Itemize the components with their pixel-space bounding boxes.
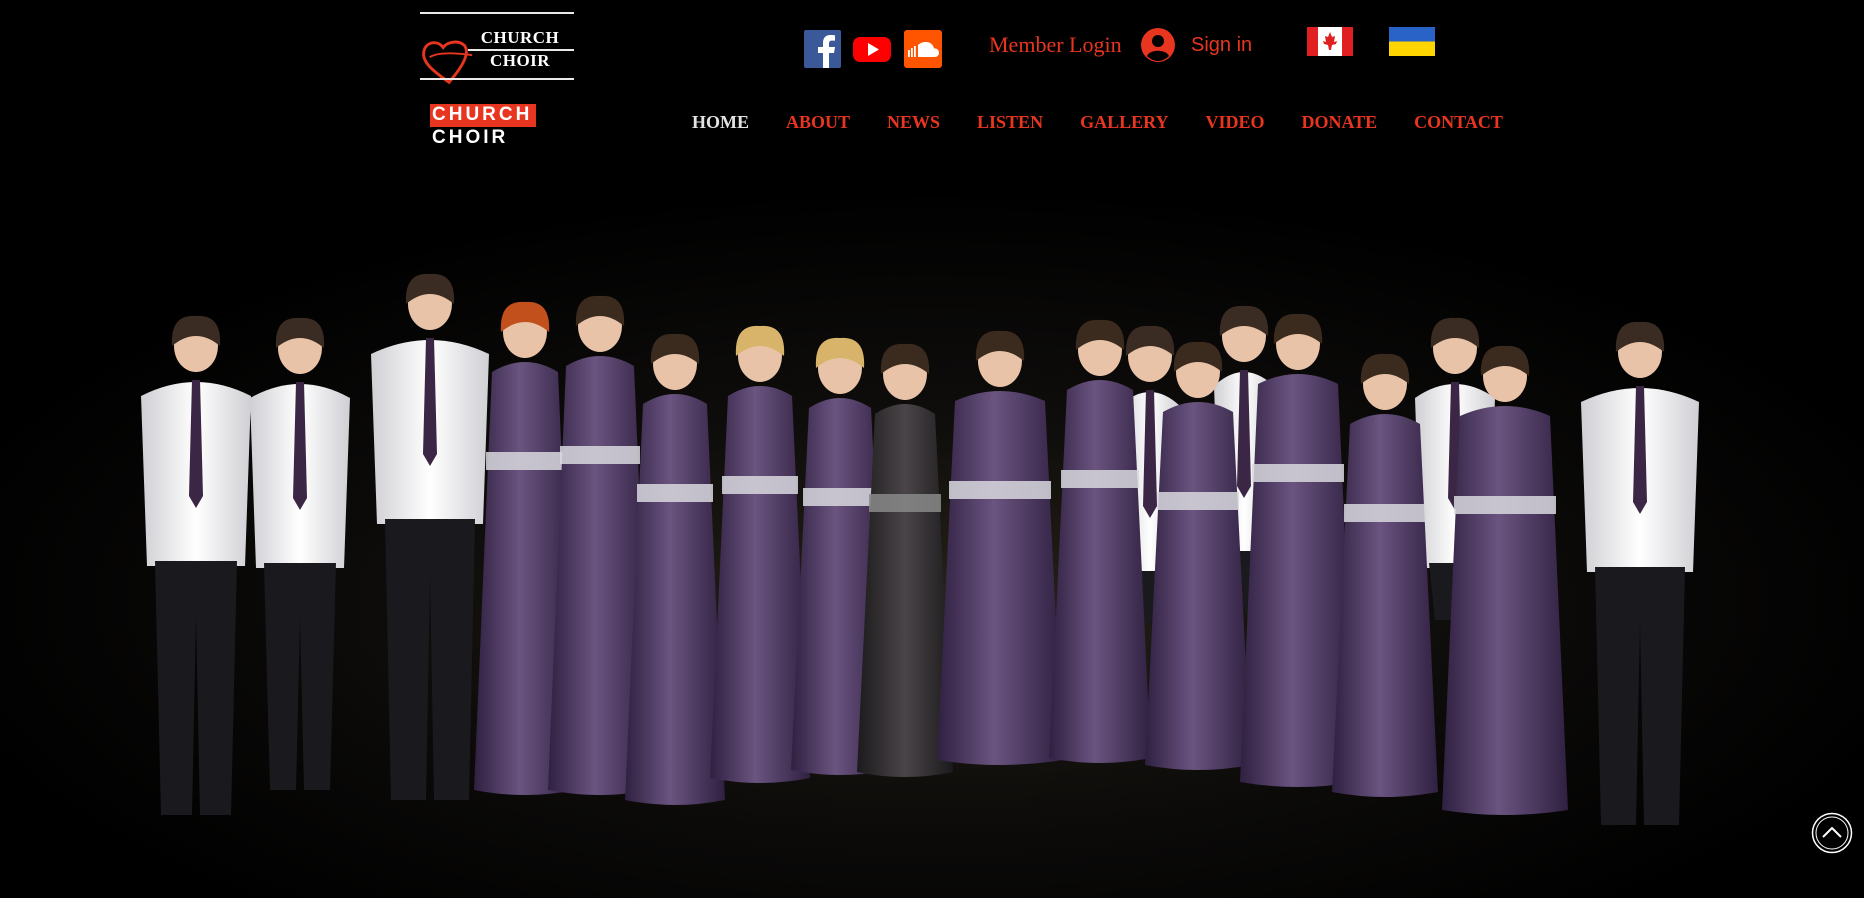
wordmark-word-2: CHOIR xyxy=(432,127,509,148)
facebook-button[interactable] xyxy=(804,30,841,68)
facebook-icon xyxy=(818,35,835,68)
youtube-icon xyxy=(853,37,891,62)
soundcloud-icon xyxy=(908,42,939,57)
ukraine-flag-button[interactable] xyxy=(1389,27,1435,56)
logo-line-1: CHURCH xyxy=(480,28,560,47)
canada-flag-icon xyxy=(1307,27,1353,56)
choir-group-photo xyxy=(0,150,1864,898)
user-avatar-icon xyxy=(1141,28,1175,62)
nav-gallery[interactable]: GALLERY xyxy=(1080,110,1168,134)
youtube-button[interactable] xyxy=(853,30,891,68)
ukraine-flag-icon xyxy=(1389,27,1435,56)
nav-news[interactable]: NEWS xyxy=(887,110,940,134)
nav-contact[interactable]: CONTACT xyxy=(1414,110,1503,134)
canada-flag-button[interactable] xyxy=(1307,27,1353,56)
nav-about[interactable]: ABOUT xyxy=(786,110,850,134)
main-navigation: HOME ABOUT NEWS LISTEN GALLERY VIDEO DON… xyxy=(692,110,1503,134)
back-to-top-button[interactable] xyxy=(1811,812,1853,854)
sign-in-button[interactable]: Sign in xyxy=(1141,28,1252,62)
logo-line-2: CHOIR xyxy=(489,51,551,70)
soundcloud-button[interactable] xyxy=(904,30,942,68)
choir-wordmark[interactable]: CHURCH CHOIR xyxy=(430,104,537,149)
nav-donate[interactable]: DONATE xyxy=(1301,110,1377,134)
chevron-up-icon xyxy=(1811,812,1853,854)
wordmark-word-1: CHURCH xyxy=(430,104,537,127)
nav-listen[interactable]: LISTEN xyxy=(977,110,1043,134)
nav-video[interactable]: VIDEO xyxy=(1205,110,1264,134)
choir-member-woman xyxy=(1442,345,1568,815)
logo-top-rule xyxy=(420,12,574,14)
nav-home[interactable]: HOME xyxy=(692,110,749,134)
member-login-link[interactable]: Member Login xyxy=(989,30,1122,60)
sign-in-label: Sign in xyxy=(1191,34,1253,56)
logo-bottom-rule xyxy=(420,78,574,80)
choir-photo-illustration xyxy=(0,150,1864,898)
choir-logo[interactable]: CHURCH CHOIR xyxy=(420,12,574,85)
